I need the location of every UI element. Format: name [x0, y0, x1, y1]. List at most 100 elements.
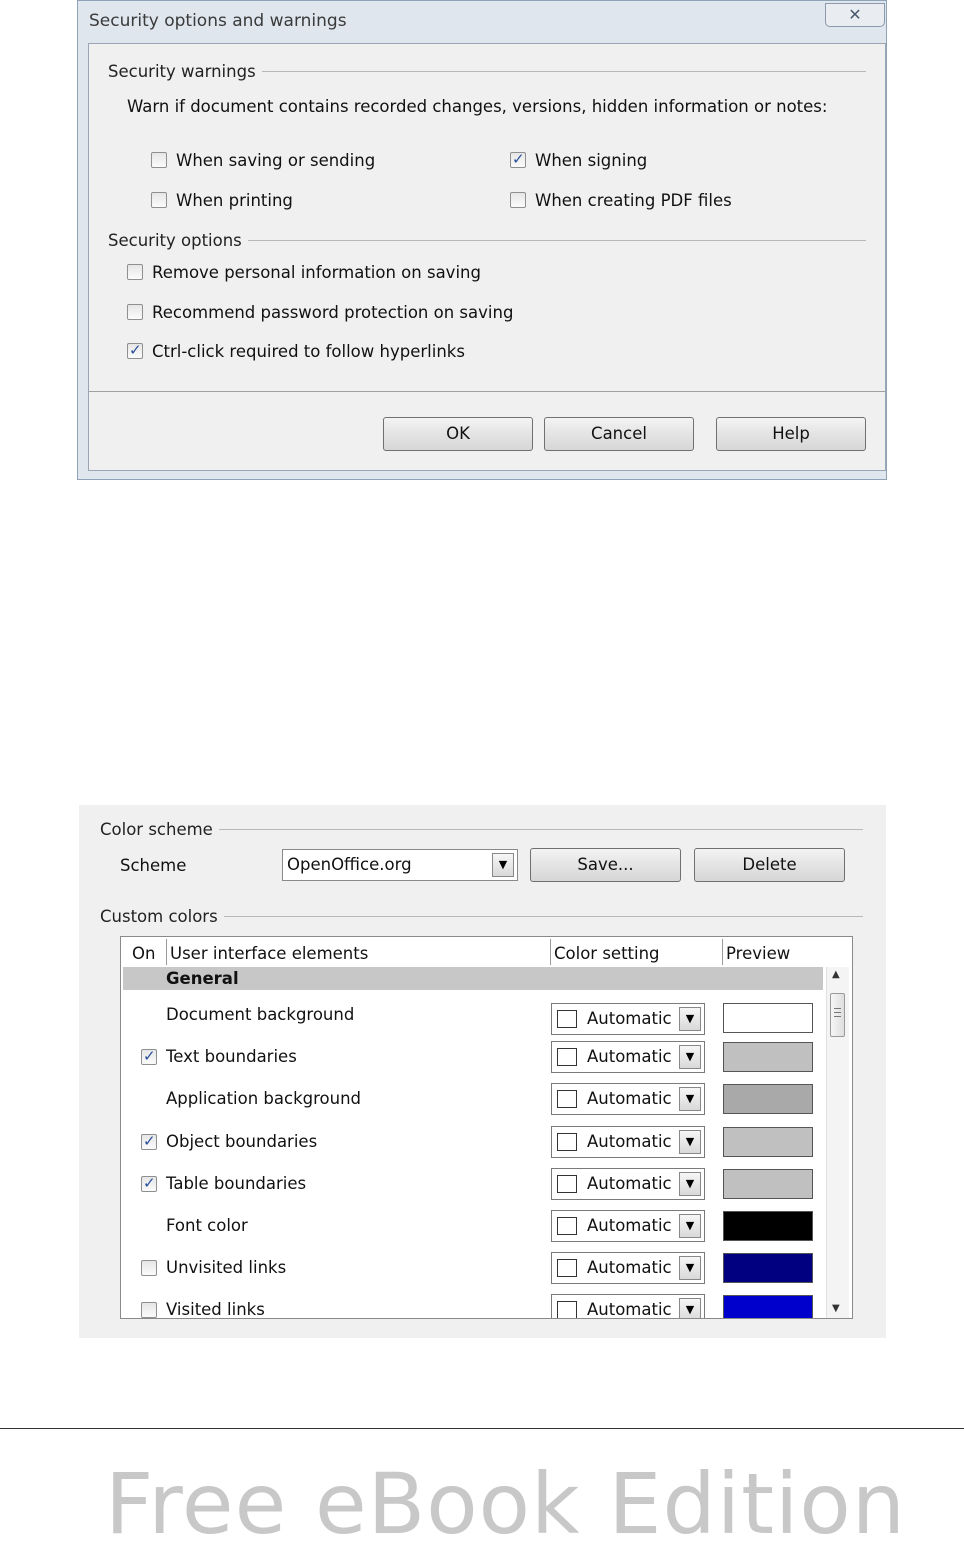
color-setting-value: Automatic	[587, 1258, 672, 1277]
chevron-down-icon[interactable]: ▼	[679, 1172, 701, 1196]
security-options-dialog: Security options and warnings ✕ Security…	[77, 0, 887, 480]
color-preview-swatch	[723, 1295, 813, 1318]
close-icon[interactable]: ✕	[825, 3, 885, 27]
list-header: On User interface elements Color setting…	[121, 937, 852, 967]
row-checkbox[interactable]	[141, 1174, 157, 1192]
color-preview-swatch	[723, 1169, 813, 1199]
color-setting-dropdown[interactable]: Automatic ▼	[551, 1003, 705, 1035]
color-square-icon	[557, 1301, 577, 1318]
color-setting-dropdown[interactable]: Automatic ▼	[551, 1126, 705, 1158]
color-row[interactable]: Text boundaries Automatic ▼	[121, 1041, 821, 1081]
scroll-down-icon[interactable]: ▼	[832, 1303, 840, 1314]
column-header-elements[interactable]: User interface elements	[170, 944, 368, 963]
ok-button[interactable]: OK	[383, 417, 533, 451]
color-row[interactable]: Font color Automatic ▼	[121, 1210, 821, 1250]
color-setting-value: Automatic	[587, 1174, 672, 1193]
checkbox-label: Recommend password protection on saving	[152, 303, 514, 322]
help-button[interactable]: Help	[716, 417, 866, 451]
checkbox-label: When printing	[176, 191, 293, 210]
delete-scheme-button[interactable]: Delete	[694, 848, 845, 882]
row-checkbox[interactable]	[141, 1260, 157, 1276]
row-label: Font color	[166, 1216, 248, 1235]
row-label: Object boundaries	[166, 1132, 318, 1151]
color-setting-value: Automatic	[587, 1089, 672, 1108]
cancel-button[interactable]: Cancel	[544, 417, 694, 451]
color-preview-swatch	[723, 1253, 813, 1283]
color-setting-dropdown[interactable]: Automatic ▼	[551, 1083, 705, 1115]
chevron-down-icon[interactable]: ▼	[679, 1087, 701, 1111]
column-divider	[550, 939, 551, 965]
column-header-on[interactable]: On	[132, 944, 155, 963]
security-options-group-title: Security options	[108, 231, 248, 250]
color-setting-value: Automatic	[587, 1009, 672, 1028]
column-divider	[166, 939, 167, 965]
color-square-icon	[557, 1090, 577, 1108]
color-row[interactable]: Visited links Automatic ▼	[121, 1294, 821, 1319]
color-setting-value: Automatic	[587, 1300, 672, 1319]
color-setting-dropdown[interactable]: Automatic ▼	[551, 1294, 705, 1319]
color-row[interactable]: Document background Automatic ▼	[121, 999, 821, 1039]
color-preview-swatch	[723, 1003, 813, 1033]
column-divider	[722, 939, 723, 965]
security-warnings-group-title: Security warnings	[108, 62, 262, 81]
color-square-icon	[557, 1175, 577, 1193]
checkbox-label: When saving or sending	[176, 151, 376, 170]
footer-watermark: Free eBook Edition	[105, 1455, 907, 1553]
color-setting-dropdown[interactable]: Automatic ▼	[551, 1041, 705, 1073]
color-row[interactable]: Object boundaries Automatic ▼	[121, 1126, 821, 1166]
color-preview-swatch	[723, 1084, 813, 1114]
scheme-dropdown[interactable]: OpenOffice.org ▼	[282, 849, 518, 881]
row-label: Text boundaries	[166, 1047, 297, 1066]
checkbox-box[interactable]	[510, 150, 526, 168]
color-scheme-panel: Color scheme Scheme OpenOffice.org ▼ Sav…	[79, 805, 886, 1338]
color-row[interactable]: Table boundaries Automatic ▼	[121, 1168, 821, 1208]
section-header-label: General	[166, 969, 239, 988]
color-setting-dropdown[interactable]: Automatic ▼	[551, 1210, 705, 1242]
row-checkbox[interactable]	[141, 1302, 157, 1318]
chevron-down-icon[interactable]: ▼	[679, 1256, 701, 1280]
color-preview-swatch	[723, 1042, 813, 1072]
chevron-down-icon[interactable]: ▼	[679, 1130, 701, 1154]
scrollbar-thumb[interactable]	[830, 993, 845, 1037]
color-square-icon	[557, 1048, 577, 1066]
color-setting-dropdown[interactable]: Automatic ▼	[551, 1168, 705, 1200]
scroll-up-icon[interactable]: ▲	[832, 969, 840, 980]
save-scheme-button[interactable]: Save...	[530, 848, 681, 882]
vertical-scrollbar[interactable]: ▲ ▼	[826, 967, 849, 1318]
warnings-description: Warn if document contains recorded chang…	[127, 97, 828, 116]
column-header-preview[interactable]: Preview	[726, 944, 790, 963]
row-label: Application background	[166, 1089, 362, 1108]
chevron-down-icon[interactable]: ▼	[679, 1007, 701, 1031]
chevron-down-icon[interactable]: ▼	[679, 1298, 701, 1318]
color-preview-swatch	[723, 1127, 813, 1157]
row-label: Document background	[166, 1005, 355, 1024]
color-setting-dropdown[interactable]: Automatic ▼	[551, 1252, 705, 1284]
color-square-icon	[557, 1217, 577, 1235]
checkbox-box[interactable]	[127, 341, 143, 359]
row-checkbox[interactable]	[141, 1132, 157, 1150]
checkbox-box[interactable]	[151, 192, 167, 208]
chevron-down-icon[interactable]: ▼	[679, 1214, 701, 1238]
scheme-dropdown-value: OpenOffice.org	[287, 855, 412, 874]
footer-divider	[0, 1428, 964, 1429]
row-label: Unvisited links	[166, 1258, 287, 1277]
dialog-title: Security options and warnings	[89, 11, 347, 31]
color-row[interactable]: Application background Automatic ▼	[121, 1083, 821, 1123]
checkbox-box[interactable]	[127, 304, 143, 320]
checkbox-box[interactable]	[127, 264, 143, 280]
chevron-down-icon[interactable]: ▼	[679, 1045, 701, 1069]
column-header-color-setting[interactable]: Color setting	[554, 944, 660, 963]
row-checkbox[interactable]	[141, 1047, 157, 1065]
checkbox-label: Ctrl-click required to follow hyperlinks	[152, 342, 465, 361]
checkbox-box[interactable]	[510, 192, 526, 208]
row-label: Table boundaries	[166, 1174, 307, 1193]
color-setting-value: Automatic	[587, 1216, 672, 1235]
checkbox-box[interactable]	[151, 152, 167, 168]
color-square-icon	[557, 1133, 577, 1151]
color-setting-value: Automatic	[587, 1132, 672, 1151]
color-row[interactable]: Unvisited links Automatic ▼	[121, 1252, 821, 1292]
color-square-icon	[557, 1010, 577, 1028]
chevron-down-icon[interactable]: ▼	[492, 853, 514, 877]
custom-colors-list[interactable]: On User interface elements Color setting…	[120, 936, 853, 1319]
button-separator	[89, 391, 885, 392]
